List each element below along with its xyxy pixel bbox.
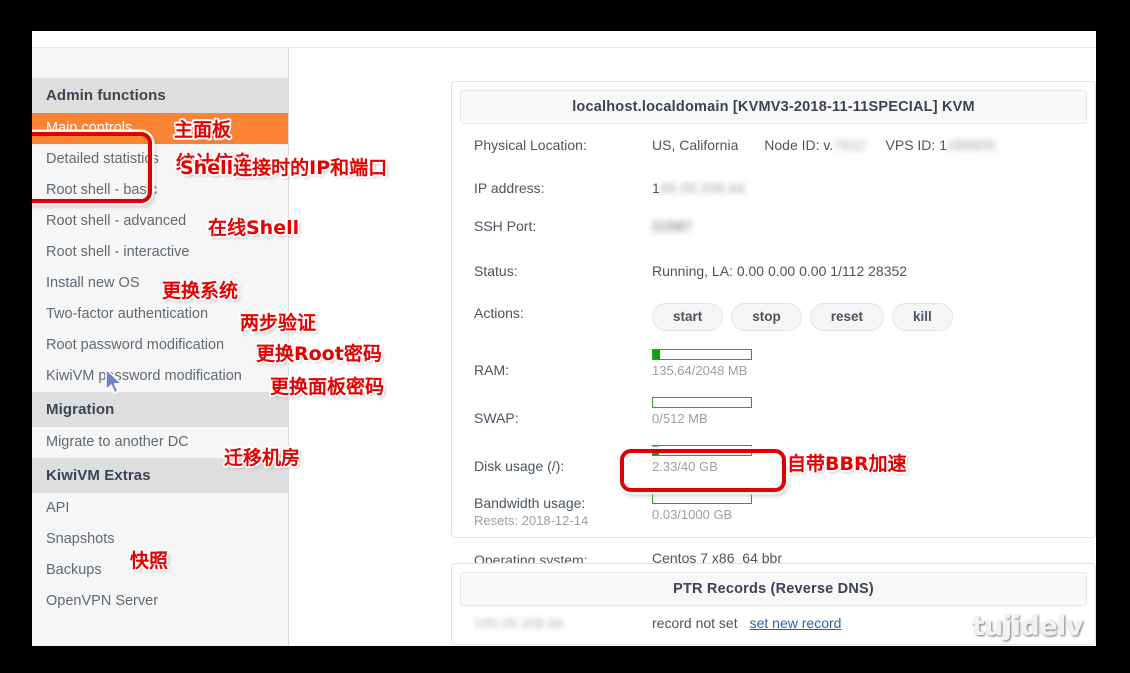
ssh-port-value: 21567 bbox=[652, 218, 693, 234]
sidebar-section-header-migration: Migration bbox=[32, 392, 288, 427]
ptr-status: record not set bbox=[652, 615, 738, 631]
sidebar-item-kiwivm-password-modification[interactable]: KiwiVM password modification bbox=[32, 361, 288, 392]
ptr-set-new-record-link[interactable]: set new record bbox=[750, 615, 842, 631]
actions-buttons: start stop reset kill bbox=[652, 303, 953, 331]
sidebar-item-api[interactable]: API bbox=[32, 493, 288, 524]
ram-usage: 135.64/2048 MB bbox=[652, 349, 752, 379]
sidebar-item-root-shell-advanced[interactable]: Root shell - advanced bbox=[32, 206, 288, 237]
row-disk: Disk usage (/): 2.33/40 GB bbox=[452, 443, 1095, 478]
ip-address-label: IP address: bbox=[474, 180, 545, 196]
actions-label: Actions: bbox=[474, 305, 524, 321]
sidebar-item-openvpn-server[interactable]: OpenVPN Server bbox=[32, 586, 288, 617]
kill-button[interactable]: kill bbox=[892, 303, 953, 331]
row-ssh-port: SSH Port: 21567 bbox=[452, 214, 1095, 244]
node-id-value: 7612 bbox=[833, 137, 866, 153]
swap-meter bbox=[652, 397, 752, 408]
sidebar: Admin functions Main controls Detailed s… bbox=[32, 48, 289, 646]
ssh-port-label: SSH Port: bbox=[474, 218, 537, 234]
row-actions: Actions: start stop reset kill bbox=[452, 301, 1095, 333]
row-swap: SWAP: 0/512 MB bbox=[452, 395, 1095, 430]
vps-id-value: 288805 bbox=[946, 137, 996, 153]
ram-label: RAM: bbox=[474, 362, 509, 378]
location-text: US, California bbox=[652, 137, 739, 153]
start-button[interactable]: start bbox=[652, 303, 724, 331]
node-id-label: Node ID: v. bbox=[764, 137, 834, 153]
disk-value: 2.33/40 GB bbox=[652, 459, 718, 474]
sidebar-section-header-extras: KiwiVM Extras bbox=[32, 458, 288, 493]
vps-panel-title: localhost.localdomain [KVMV3-2018-11-11S… bbox=[460, 90, 1087, 124]
bandwidth-label-group: Bandwidth usage: Resets: 2018-12-14 bbox=[452, 493, 652, 529]
status-value: Running, LA: 0.00 0.00 0.00 1/112 28352 bbox=[652, 263, 908, 279]
ptr-panel-title: PTR Records (Reverse DNS) bbox=[460, 572, 1087, 606]
row-ram: RAM: 135.64/2048 MB bbox=[452, 347, 1095, 382]
watermark: tujidelv bbox=[971, 611, 1084, 642]
bandwidth-usage: 0.03/1000 GB bbox=[652, 493, 752, 523]
sidebar-item-backups[interactable]: Backups bbox=[32, 555, 288, 586]
ram-value: 135.64/2048 MB bbox=[652, 363, 748, 378]
sidebar-item-root-password-modification[interactable]: Root password modification bbox=[32, 330, 288, 361]
browser-page: Admin functions Main controls Detailed s… bbox=[32, 31, 1096, 646]
disk-meter bbox=[652, 445, 752, 456]
sidebar-item-root-shell-basic[interactable]: Root shell - basic bbox=[32, 175, 288, 206]
sidebar-item-root-shell-interactive[interactable]: Root shell - interactive bbox=[32, 237, 288, 268]
row-bandwidth: Bandwidth usage: Resets: 2018-12-14 0.03… bbox=[452, 491, 1095, 531]
vps-id-label: VPS ID: 1 bbox=[885, 137, 947, 153]
ip-prefix: 1 bbox=[652, 180, 660, 196]
sidebar-item-migrate-to-another-dc[interactable]: Migrate to another DC bbox=[32, 427, 288, 458]
ip-redacted: 99.39.208.84 bbox=[659, 180, 746, 196]
bandwidth-reset: Resets: 2018-12-14 bbox=[474, 513, 589, 528]
row-physical-location: Physical Location: US, California Node I… bbox=[452, 133, 1095, 163]
row-status: Status: Running, LA: 0.00 0.00 0.00 1/11… bbox=[452, 259, 1095, 289]
main-content: localhost.localdomain [KVMV3-2018-11-11S… bbox=[290, 48, 1096, 646]
vps-info-rows: Physical Location: US, California Node I… bbox=[452, 124, 1095, 622]
sidebar-item-install-new-os[interactable]: Install new OS bbox=[32, 268, 288, 299]
status-label: Status: bbox=[474, 263, 518, 279]
disk-label: Disk usage (/): bbox=[474, 458, 565, 474]
stop-button[interactable]: stop bbox=[731, 303, 802, 331]
ip-address-value: 199.39.208.84 bbox=[652, 178, 745, 198]
swap-value: 0/512 MB bbox=[652, 411, 708, 426]
physical-location-value: US, California Node ID: v.7612 VPS ID: 1… bbox=[652, 135, 996, 155]
swap-usage: 0/512 MB bbox=[652, 397, 752, 427]
bandwidth-value: 0.03/1000 GB bbox=[652, 507, 733, 522]
disk-usage: 2.33/40 GB bbox=[652, 445, 752, 475]
swap-label: SWAP: bbox=[474, 410, 519, 426]
ptr-ip-value: 199.39.208.84 bbox=[474, 615, 564, 631]
sidebar-item-snapshots[interactable]: Snapshots bbox=[32, 524, 288, 555]
row-ip-address: IP address: 199.39.208.84 bbox=[452, 176, 1095, 206]
physical-location-label: Physical Location: bbox=[474, 137, 587, 153]
page-top-strip bbox=[32, 31, 1096, 48]
reset-button[interactable]: reset bbox=[809, 303, 885, 331]
sidebar-item-two-factor-authentication[interactable]: Two-factor authentication bbox=[32, 299, 288, 330]
bandwidth-meter bbox=[652, 493, 752, 504]
bandwidth-label: Bandwidth usage: bbox=[474, 495, 586, 511]
sidebar-top-spacer bbox=[32, 48, 288, 78]
sidebar-section-header-admin: Admin functions bbox=[32, 78, 288, 113]
sidebar-item-main-controls[interactable]: Main controls bbox=[32, 113, 288, 144]
vps-info-panel: localhost.localdomain [KVMV3-2018-11-11S… bbox=[451, 81, 1096, 612]
ram-meter bbox=[652, 349, 752, 360]
sidebar-item-detailed-statistics[interactable]: Detailed statistics bbox=[32, 144, 288, 175]
